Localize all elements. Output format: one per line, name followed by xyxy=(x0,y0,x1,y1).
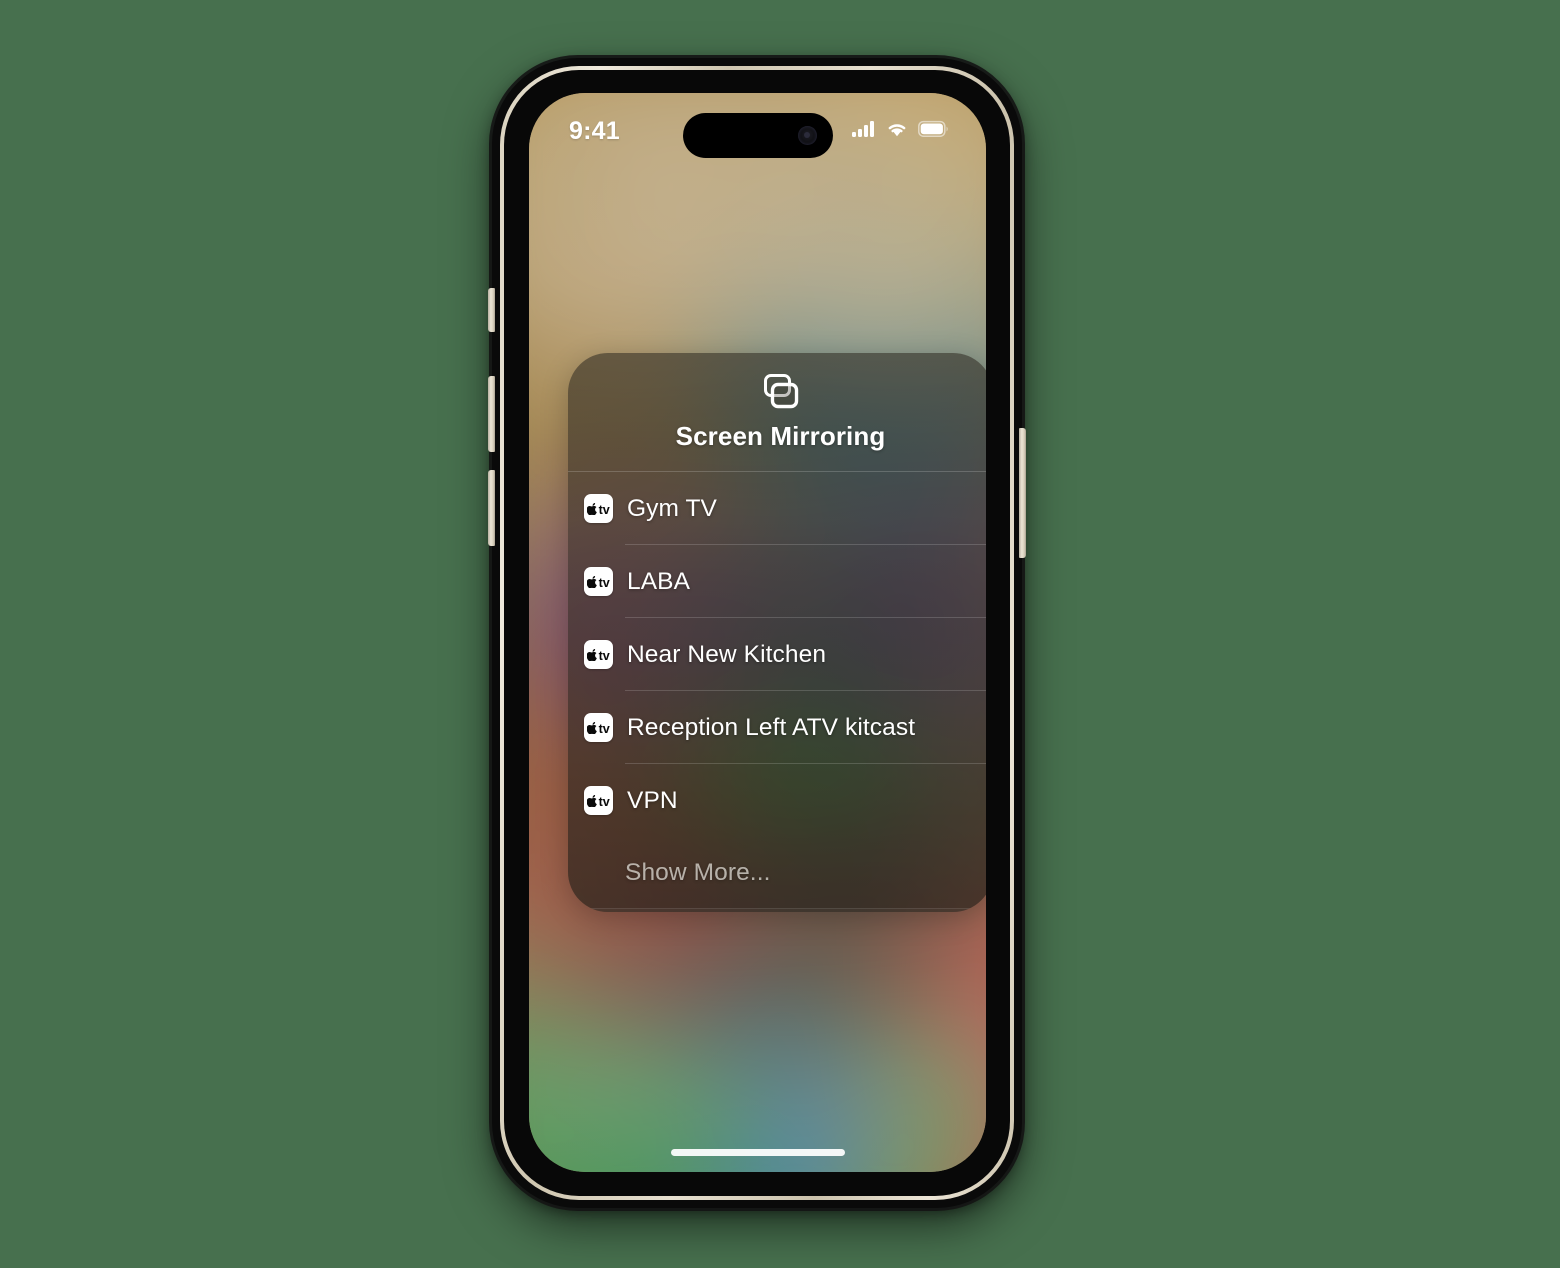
action-button[interactable] xyxy=(488,288,495,332)
device-name: VPN xyxy=(627,786,678,814)
screen-mirroring-icon xyxy=(758,371,804,415)
device-name: Reception Left ATV kitcast xyxy=(627,713,916,741)
panel-footer xyxy=(568,909,986,912)
show-more-label: Show More... xyxy=(625,859,771,886)
row-separator xyxy=(568,908,986,909)
status-bar-time: 9:41 xyxy=(569,116,620,145)
svg-text:tv: tv xyxy=(599,576,610,588)
panel-header: Screen Mirroring xyxy=(568,353,986,471)
apple-tv-icon: tv xyxy=(584,567,613,596)
device-name: LABA xyxy=(627,567,691,595)
device-row-laba[interactable]: tv LABA xyxy=(568,545,986,618)
volume-up-button[interactable] xyxy=(488,376,495,452)
device-row-reception-left-atv-kitcast[interactable]: tv Reception Left ATV kitcast xyxy=(568,691,986,764)
svg-text:tv: tv xyxy=(599,722,610,734)
battery-icon xyxy=(918,120,950,143)
screen-mirroring-panel: Screen Mirroring tv Gym TV tv LABA tv Ne… xyxy=(568,353,986,912)
svg-text:tv: tv xyxy=(599,795,610,807)
phone-screen: 9:41 Screen Mirroring tv Gym TV tv LABA … xyxy=(529,93,986,1172)
front-camera-icon xyxy=(797,126,817,145)
svg-text:tv: tv xyxy=(599,649,610,661)
signal-bars-icon xyxy=(852,120,876,143)
device-name: Near New Kitchen xyxy=(627,640,827,668)
device-name: Gym TV xyxy=(627,494,717,522)
device-row-vpn[interactable]: tv VPN xyxy=(568,764,986,837)
home-indicator[interactable] xyxy=(670,1149,845,1156)
dynamic-island[interactable] xyxy=(682,113,833,158)
wifi-icon xyxy=(885,120,909,143)
svg-text:tv: tv xyxy=(599,503,610,515)
power-button[interactable] xyxy=(1019,428,1026,558)
apple-tv-icon: tv xyxy=(584,713,613,742)
volume-down-button[interactable] xyxy=(488,470,495,546)
device-row-near-new-kitchen[interactable]: tv Near New Kitchen xyxy=(568,618,986,691)
status-bar-indicators xyxy=(852,120,950,143)
show-more-button[interactable]: Show More... xyxy=(568,837,986,909)
panel-title: Screen Mirroring xyxy=(675,421,886,451)
apple-tv-icon: tv xyxy=(584,786,613,815)
apple-tv-icon: tv xyxy=(584,494,613,523)
device-row-gym-tv[interactable]: tv Gym TV xyxy=(568,472,986,545)
apple-tv-icon: tv xyxy=(584,640,613,669)
